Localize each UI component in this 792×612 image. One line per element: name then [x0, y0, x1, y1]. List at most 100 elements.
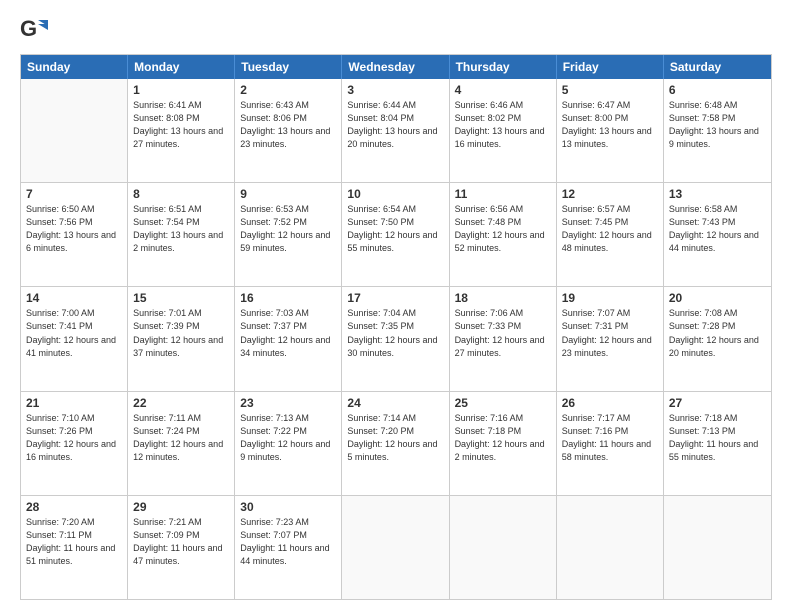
day-number: 8 — [133, 187, 229, 201]
page: G SundayMondayTuesdayWednesdayThursdayFr… — [0, 0, 792, 612]
day-number: 14 — [26, 291, 122, 305]
cell-info: Sunrise: 7:18 AMSunset: 7:13 PMDaylight:… — [669, 412, 766, 464]
day-number: 21 — [26, 396, 122, 410]
day-number: 3 — [347, 83, 443, 97]
cell-info: Sunrise: 7:08 AMSunset: 7:28 PMDaylight:… — [669, 307, 766, 359]
day-number: 4 — [455, 83, 551, 97]
calendar-cell: 18Sunrise: 7:06 AMSunset: 7:33 PMDayligh… — [450, 287, 557, 390]
calendar-cell: 25 Sunrise: 7:16 AMSunset: 7:18 PMDayligh… — [450, 392, 557, 495]
calendar-cell: 26Sunrise: 7:17 AMSunset: 7:16 PMDayligh… — [557, 392, 664, 495]
cell-info: Sunrise: 6:41 AMSunset: 8:08 PMDaylight:… — [133, 99, 229, 151]
day-number: 10 — [347, 187, 443, 201]
day-number: 12 — [562, 187, 658, 201]
calendar-cell: 5 Sunrise: 6:47 AMSunset: 8:00 PMDaylight… — [557, 79, 664, 182]
day-number: 20 — [669, 291, 766, 305]
cell-info: Sunrise: 6:43 AMSunset: 8:06 PMDaylight:… — [240, 99, 336, 151]
calendar-cell: 9Sunrise: 6:53 AMSunset: 7:52 PMDaylight… — [235, 183, 342, 286]
day-number: 2 — [240, 83, 336, 97]
day-number: 24 — [347, 396, 443, 410]
cell-info: Sunrise: 7:20 AMSunset: 7:11 PMDaylight:… — [26, 516, 122, 568]
calendar-cell: 3Sunrise: 6:44 AMSunset: 8:04 PMDaylight… — [342, 79, 449, 182]
cal-header-day: Wednesday — [342, 55, 449, 79]
calendar-body: 1Sunrise: 6:41 AMSunset: 8:08 PMDaylight… — [21, 79, 771, 599]
cell-info: Sunrise: 6:50 AMSunset: 7:56 PMDaylight:… — [26, 203, 122, 255]
day-number: 19 — [562, 291, 658, 305]
calendar-cell: 22 Sunrise: 7:11 AMSunset: 7:24 PMDayligh… — [128, 392, 235, 495]
day-number: 22 — [133, 396, 229, 410]
calendar-cell — [342, 496, 449, 599]
cell-info: Sunrise: 7:06 AMSunset: 7:33 PMDaylight:… — [455, 307, 551, 359]
cell-info: Sunrise: 7:16 AMSunset: 7:18 PMDaylight:… — [455, 412, 551, 464]
calendar-cell: 14 Sunrise: 7:00 AMSunset: 7:41 PMDayligh… — [21, 287, 128, 390]
day-number: 5 — [562, 83, 658, 97]
day-number: 6 — [669, 83, 766, 97]
calendar-cell: 19 Sunrise: 7:07 AMSunset: 7:31 PMDayligh… — [557, 287, 664, 390]
cell-info: Sunrise: 6:53 AMSunset: 7:52 PMDaylight:… — [240, 203, 336, 255]
calendar-cell: 4 Sunrise: 6:46 AMSunset: 8:02 PMDaylight… — [450, 79, 557, 182]
cell-info: Sunrise: 7:00 AMSunset: 7:41 PMDaylight:… — [26, 307, 122, 359]
calendar-row: 1Sunrise: 6:41 AMSunset: 8:08 PMDaylight… — [21, 79, 771, 182]
header: G — [20, 16, 772, 44]
calendar-cell: 10 Sunrise: 6:54 AMSunset: 7:50 PMDayligh… — [342, 183, 449, 286]
cell-info: Sunrise: 7:01 AMSunset: 7:39 PMDaylight:… — [133, 307, 229, 359]
calendar-cell: 1Sunrise: 6:41 AMSunset: 8:08 PMDaylight… — [128, 79, 235, 182]
cell-info: Sunrise: 7:04 AMSunset: 7:35 PMDaylight:… — [347, 307, 443, 359]
cell-info: Sunrise: 7:07 AMSunset: 7:31 PMDaylight:… — [562, 307, 658, 359]
calendar-cell — [21, 79, 128, 182]
calendar-cell: 29Sunrise: 7:21 AMSunset: 7:09 PMDayligh… — [128, 496, 235, 599]
cell-info: Sunrise: 6:46 AMSunset: 8:02 PMDaylight:… — [455, 99, 551, 151]
cell-info: Sunrise: 7:11 AMSunset: 7:24 PMDaylight:… — [133, 412, 229, 464]
calendar-header: SundayMondayTuesdayWednesdayThursdayFrid… — [21, 55, 771, 79]
cell-info: Sunrise: 6:47 AMSunset: 8:00 PMDaylight:… — [562, 99, 658, 151]
cell-info: Sunrise: 7:10 AMSunset: 7:26 PMDaylight:… — [26, 412, 122, 464]
cal-header-day: Thursday — [450, 55, 557, 79]
svg-text:G: G — [20, 16, 37, 41]
cell-info: Sunrise: 6:48 AMSunset: 7:58 PMDaylight:… — [669, 99, 766, 151]
day-number: 25 — [455, 396, 551, 410]
cell-info: Sunrise: 7:21 AMSunset: 7:09 PMDaylight:… — [133, 516, 229, 568]
calendar-cell: 28 Sunrise: 7:20 AMSunset: 7:11 PMDayligh… — [21, 496, 128, 599]
calendar-cell: 17Sunrise: 7:04 AMSunset: 7:35 PMDayligh… — [342, 287, 449, 390]
calendar-cell: 16Sunrise: 7:03 AMSunset: 7:37 PMDayligh… — [235, 287, 342, 390]
day-number: 23 — [240, 396, 336, 410]
day-number: 30 — [240, 500, 336, 514]
calendar-cell: 6 Sunrise: 6:48 AMSunset: 7:58 PMDaylight… — [664, 79, 771, 182]
calendar: SundayMondayTuesdayWednesdayThursdayFrid… — [20, 54, 772, 600]
cell-info: Sunrise: 7:23 AMSunset: 7:07 PMDaylight:… — [240, 516, 336, 568]
calendar-cell: 21 Sunrise: 7:10 AMSunset: 7:26 PMDayligh… — [21, 392, 128, 495]
calendar-cell: 13Sunrise: 6:58 AMSunset: 7:43 PMDayligh… — [664, 183, 771, 286]
day-number: 11 — [455, 187, 551, 201]
cell-info: Sunrise: 6:57 AMSunset: 7:45 PMDaylight:… — [562, 203, 658, 255]
day-number: 15 — [133, 291, 229, 305]
logo-icon: G — [20, 16, 48, 44]
cell-info: Sunrise: 7:13 AMSunset: 7:22 PMDaylight:… — [240, 412, 336, 464]
calendar-cell: 7 Sunrise: 6:50 AMSunset: 7:56 PMDaylight… — [21, 183, 128, 286]
day-number: 16 — [240, 291, 336, 305]
calendar-row: 14 Sunrise: 7:00 AMSunset: 7:41 PMDayligh… — [21, 286, 771, 390]
cell-info: Sunrise: 7:14 AMSunset: 7:20 PMDaylight:… — [347, 412, 443, 464]
logo: G — [20, 16, 50, 44]
calendar-cell: 8 Sunrise: 6:51 AMSunset: 7:54 PMDaylight… — [128, 183, 235, 286]
calendar-cell — [557, 496, 664, 599]
calendar-cell: 20 Sunrise: 7:08 AMSunset: 7:28 PMDayligh… — [664, 287, 771, 390]
calendar-row: 7 Sunrise: 6:50 AMSunset: 7:56 PMDaylight… — [21, 182, 771, 286]
cell-info: Sunrise: 6:51 AMSunset: 7:54 PMDaylight:… — [133, 203, 229, 255]
calendar-cell: 30 Sunrise: 7:23 AMSunset: 7:07 PMDayligh… — [235, 496, 342, 599]
cal-header-day: Sunday — [21, 55, 128, 79]
cal-header-day: Tuesday — [235, 55, 342, 79]
calendar-cell: 15 Sunrise: 7:01 AMSunset: 7:39 PMDayligh… — [128, 287, 235, 390]
calendar-cell: 27 Sunrise: 7:18 AMSunset: 7:13 PMDayligh… — [664, 392, 771, 495]
cal-header-day: Friday — [557, 55, 664, 79]
calendar-cell: 12 Sunrise: 6:57 AMSunset: 7:45 PMDayligh… — [557, 183, 664, 286]
day-number: 28 — [26, 500, 122, 514]
day-number: 27 — [669, 396, 766, 410]
calendar-row: 21 Sunrise: 7:10 AMSunset: 7:26 PMDayligh… — [21, 391, 771, 495]
day-number: 26 — [562, 396, 658, 410]
calendar-cell — [664, 496, 771, 599]
cell-info: Sunrise: 6:56 AMSunset: 7:48 PMDaylight:… — [455, 203, 551, 255]
cell-info: Sunrise: 6:54 AMSunset: 7:50 PMDaylight:… — [347, 203, 443, 255]
calendar-cell: 2 Sunrise: 6:43 AMSunset: 8:06 PMDaylight… — [235, 79, 342, 182]
cal-header-day: Saturday — [664, 55, 771, 79]
day-number: 7 — [26, 187, 122, 201]
day-number: 13 — [669, 187, 766, 201]
